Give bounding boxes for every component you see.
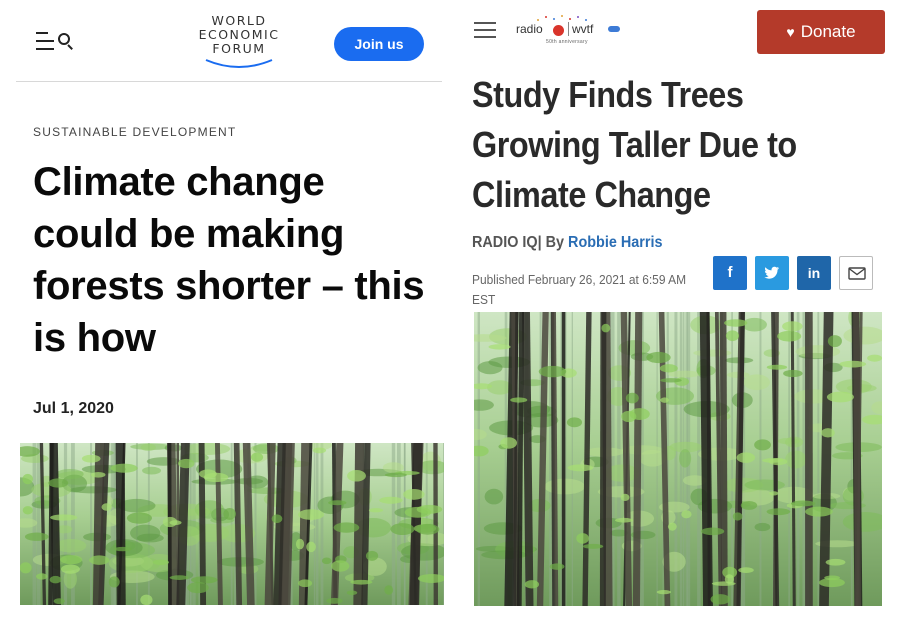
logo-wvtf-text: wvtf — [572, 22, 594, 36]
logo-line-1: WORLD — [211, 13, 267, 28]
share-email-button[interactable] — [839, 256, 873, 290]
article-date: Jul 1, 2020 — [33, 400, 114, 417]
logo-radio-text: radio — [516, 22, 543, 36]
article-byline: RADIO IQ| By Robbie Harris — [472, 234, 662, 252]
twitter-icon — [764, 266, 779, 279]
logo-arc-icon — [205, 59, 273, 68]
facebook-icon: f — [727, 264, 733, 281]
article-category[interactable]: SUSTAINABLE DEVELOPMENT — [33, 125, 236, 139]
article-headline: Climate change could be making forests s… — [33, 160, 425, 360]
wef-header: WORLD ECONOMIC FORUM Join us — [16, 0, 442, 82]
hamburger-menu-icon[interactable] — [474, 22, 496, 40]
logo-iq-badge — [553, 25, 564, 36]
radioiq-article-panel: radio wvtf 50th anniversary ♥ Donate Stud… — [458, 0, 903, 617]
wef-logo[interactable]: WORLD ECONOMIC FORUM — [194, 14, 284, 74]
byline-by: | By — [537, 234, 569, 251]
donate-label: Donate — [800, 22, 856, 41]
menu-search-icon[interactable] — [36, 30, 76, 56]
byline-author-link[interactable]: Robbie Harris — [568, 234, 662, 251]
share-linkedin-button[interactable]: in — [797, 256, 831, 290]
byline-source: RADIO IQ — [472, 234, 538, 251]
share-facebook-button[interactable]: f — [713, 256, 747, 290]
logo-line-3: FORUM — [212, 41, 266, 56]
wef-article-panel: WORLD ECONOMIC FORUM Join us SUSTAINABLE… — [0, 0, 458, 617]
share-twitter-button[interactable] — [755, 256, 789, 290]
donate-button[interactable]: ♥ Donate — [757, 10, 885, 54]
logo-dots-icon — [537, 15, 587, 21]
heart-icon: ♥ — [786, 24, 795, 40]
envelope-icon — [848, 267, 866, 280]
join-us-button[interactable]: Join us — [334, 27, 424, 61]
logo-anniversary: 50th anniversary — [546, 39, 588, 45]
article-headline: Study Finds Trees Growing Taller Due to … — [472, 74, 797, 215]
forest-photo — [20, 443, 444, 605]
linkedin-icon: in — [807, 265, 821, 281]
radio-iq-logo[interactable]: radio wvtf 50th anniversary — [516, 14, 626, 48]
published-date: Published February 26, 2021 at 6:59 AM E… — [472, 272, 687, 307]
logo-line-2: ECONOMIC — [198, 27, 280, 42]
forest-photo — [474, 312, 882, 606]
